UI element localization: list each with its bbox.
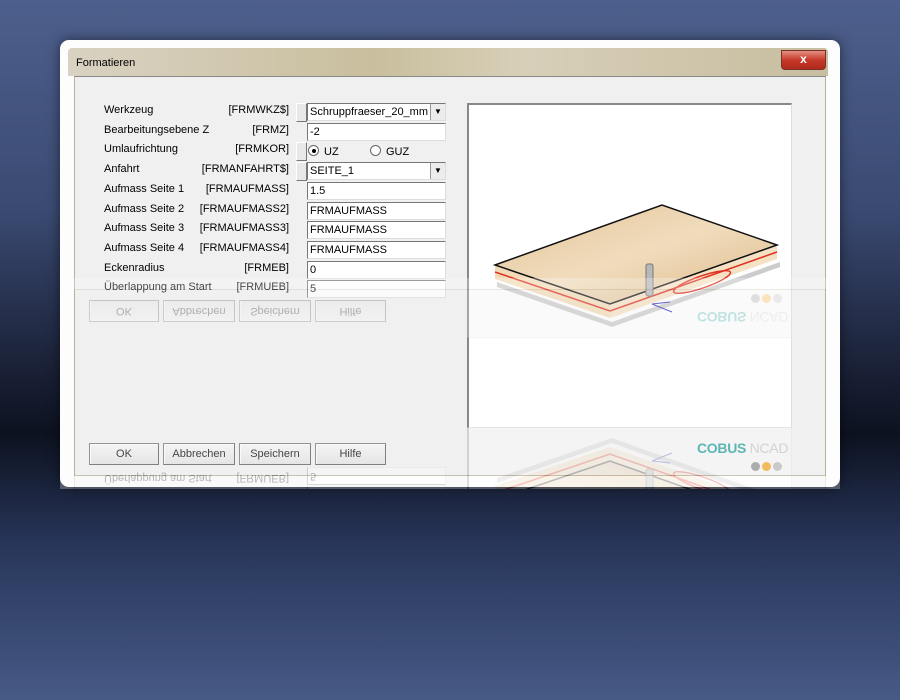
close-button[interactable]: x (781, 50, 826, 70)
text-field[interactable]: FRMAUFMASS (307, 240, 446, 259)
field-code: [FRMAUFMASS2] (199, 202, 289, 215)
formatieren-dialog: Formatieren x Werkzeug [FRMWKZ$] Schruppfr… (60, 40, 840, 487)
dropdown-field[interactable]: SEITE_1 ▼ (307, 162, 446, 181)
ok-button[interactable]: OK (89, 443, 159, 465)
logo-dot (751, 462, 760, 471)
radio-uz[interactable]: UZ (308, 145, 339, 158)
field-value: SEITE_1 (310, 165, 355, 178)
radio-label: UZ (324, 146, 339, 159)
field-label: Umlaufrichtung (104, 143, 178, 156)
board-3d-preview (492, 204, 780, 327)
help-button[interactable]: Hilfe (315, 443, 386, 465)
field-label: Werkzeug (104, 104, 154, 116)
radio-circle-icon (370, 145, 381, 157)
tool-path-preview (467, 103, 792, 428)
window-title: Formatieren (76, 57, 136, 69)
close-icon: x (800, 52, 807, 66)
field-code: [FRMZ] (252, 123, 289, 136)
logo-dot (762, 462, 771, 471)
text-field[interactable]: 5 (307, 280, 446, 299)
logo-dots (751, 458, 784, 476)
field-picker-button[interactable] (296, 162, 307, 182)
field-code: [FRMAUFMASS4] (199, 241, 289, 254)
radio-circle-icon (308, 145, 319, 157)
text-field[interactable]: 0 (307, 260, 446, 279)
radio-guz[interactable]: GUZ (370, 145, 409, 158)
field-value: FRMAUFMASS (310, 224, 387, 237)
field-code: [FRMKOR] (235, 143, 289, 156)
field-value: 1.5 (310, 184, 326, 197)
field-label: Eckenradius (104, 261, 165, 274)
field-value: 5 (310, 283, 317, 296)
field-value: Schruppfraeser_20_mm (310, 106, 429, 118)
field-value: FRMAUFMASS (310, 243, 387, 256)
logo-dot (773, 462, 782, 471)
text-field[interactable]: FRMAUFMASS (307, 201, 446, 220)
field-code: [FRMWKZ$] (228, 104, 290, 116)
title-bar: Formatieren x (68, 48, 828, 76)
dialog-client: Werkzeug [FRMWKZ$] Schruppfraeser_20_mm ▼ Be… (74, 76, 826, 476)
field-picker-button[interactable] (296, 142, 307, 162)
field-code: [FRMAUFMASS3] (199, 222, 289, 235)
logo-part2: NCAD (749, 440, 789, 456)
dropdown-field[interactable]: Schruppfraeser_20_mm ▼ (307, 103, 446, 121)
cancel-button[interactable]: Abbrechen (163, 443, 235, 465)
logo-part1: COBUS (697, 440, 747, 456)
field-code: [FRMAUFMASS] (205, 182, 289, 195)
milling-tool (645, 263, 654, 297)
cobus-ncad-logo: COBUS NCAD (697, 440, 788, 456)
save-button[interactable]: Speichern (239, 443, 311, 465)
field-code: [FRMEB] (244, 261, 289, 274)
field-code: [FRMANFAHRT$] (201, 163, 289, 176)
field-picker-button[interactable] (296, 103, 307, 122)
radio-label: GUZ (386, 146, 410, 159)
text-field[interactable]: 1.5 (307, 181, 446, 200)
chevron-down-icon[interactable]: ▼ (430, 163, 445, 180)
chevron-down-icon[interactable]: ▼ (430, 104, 445, 120)
text-field[interactable]: FRMAUFMASS (307, 221, 446, 240)
field-value: FRMAUFMASS (310, 204, 387, 217)
field-value: -2 (310, 125, 320, 138)
text-field[interactable]: -2 (307, 122, 446, 141)
field-code: [FRMUEB] (236, 281, 289, 294)
field-label: Anfahrt (104, 163, 140, 176)
field-value: 0 (310, 263, 317, 276)
